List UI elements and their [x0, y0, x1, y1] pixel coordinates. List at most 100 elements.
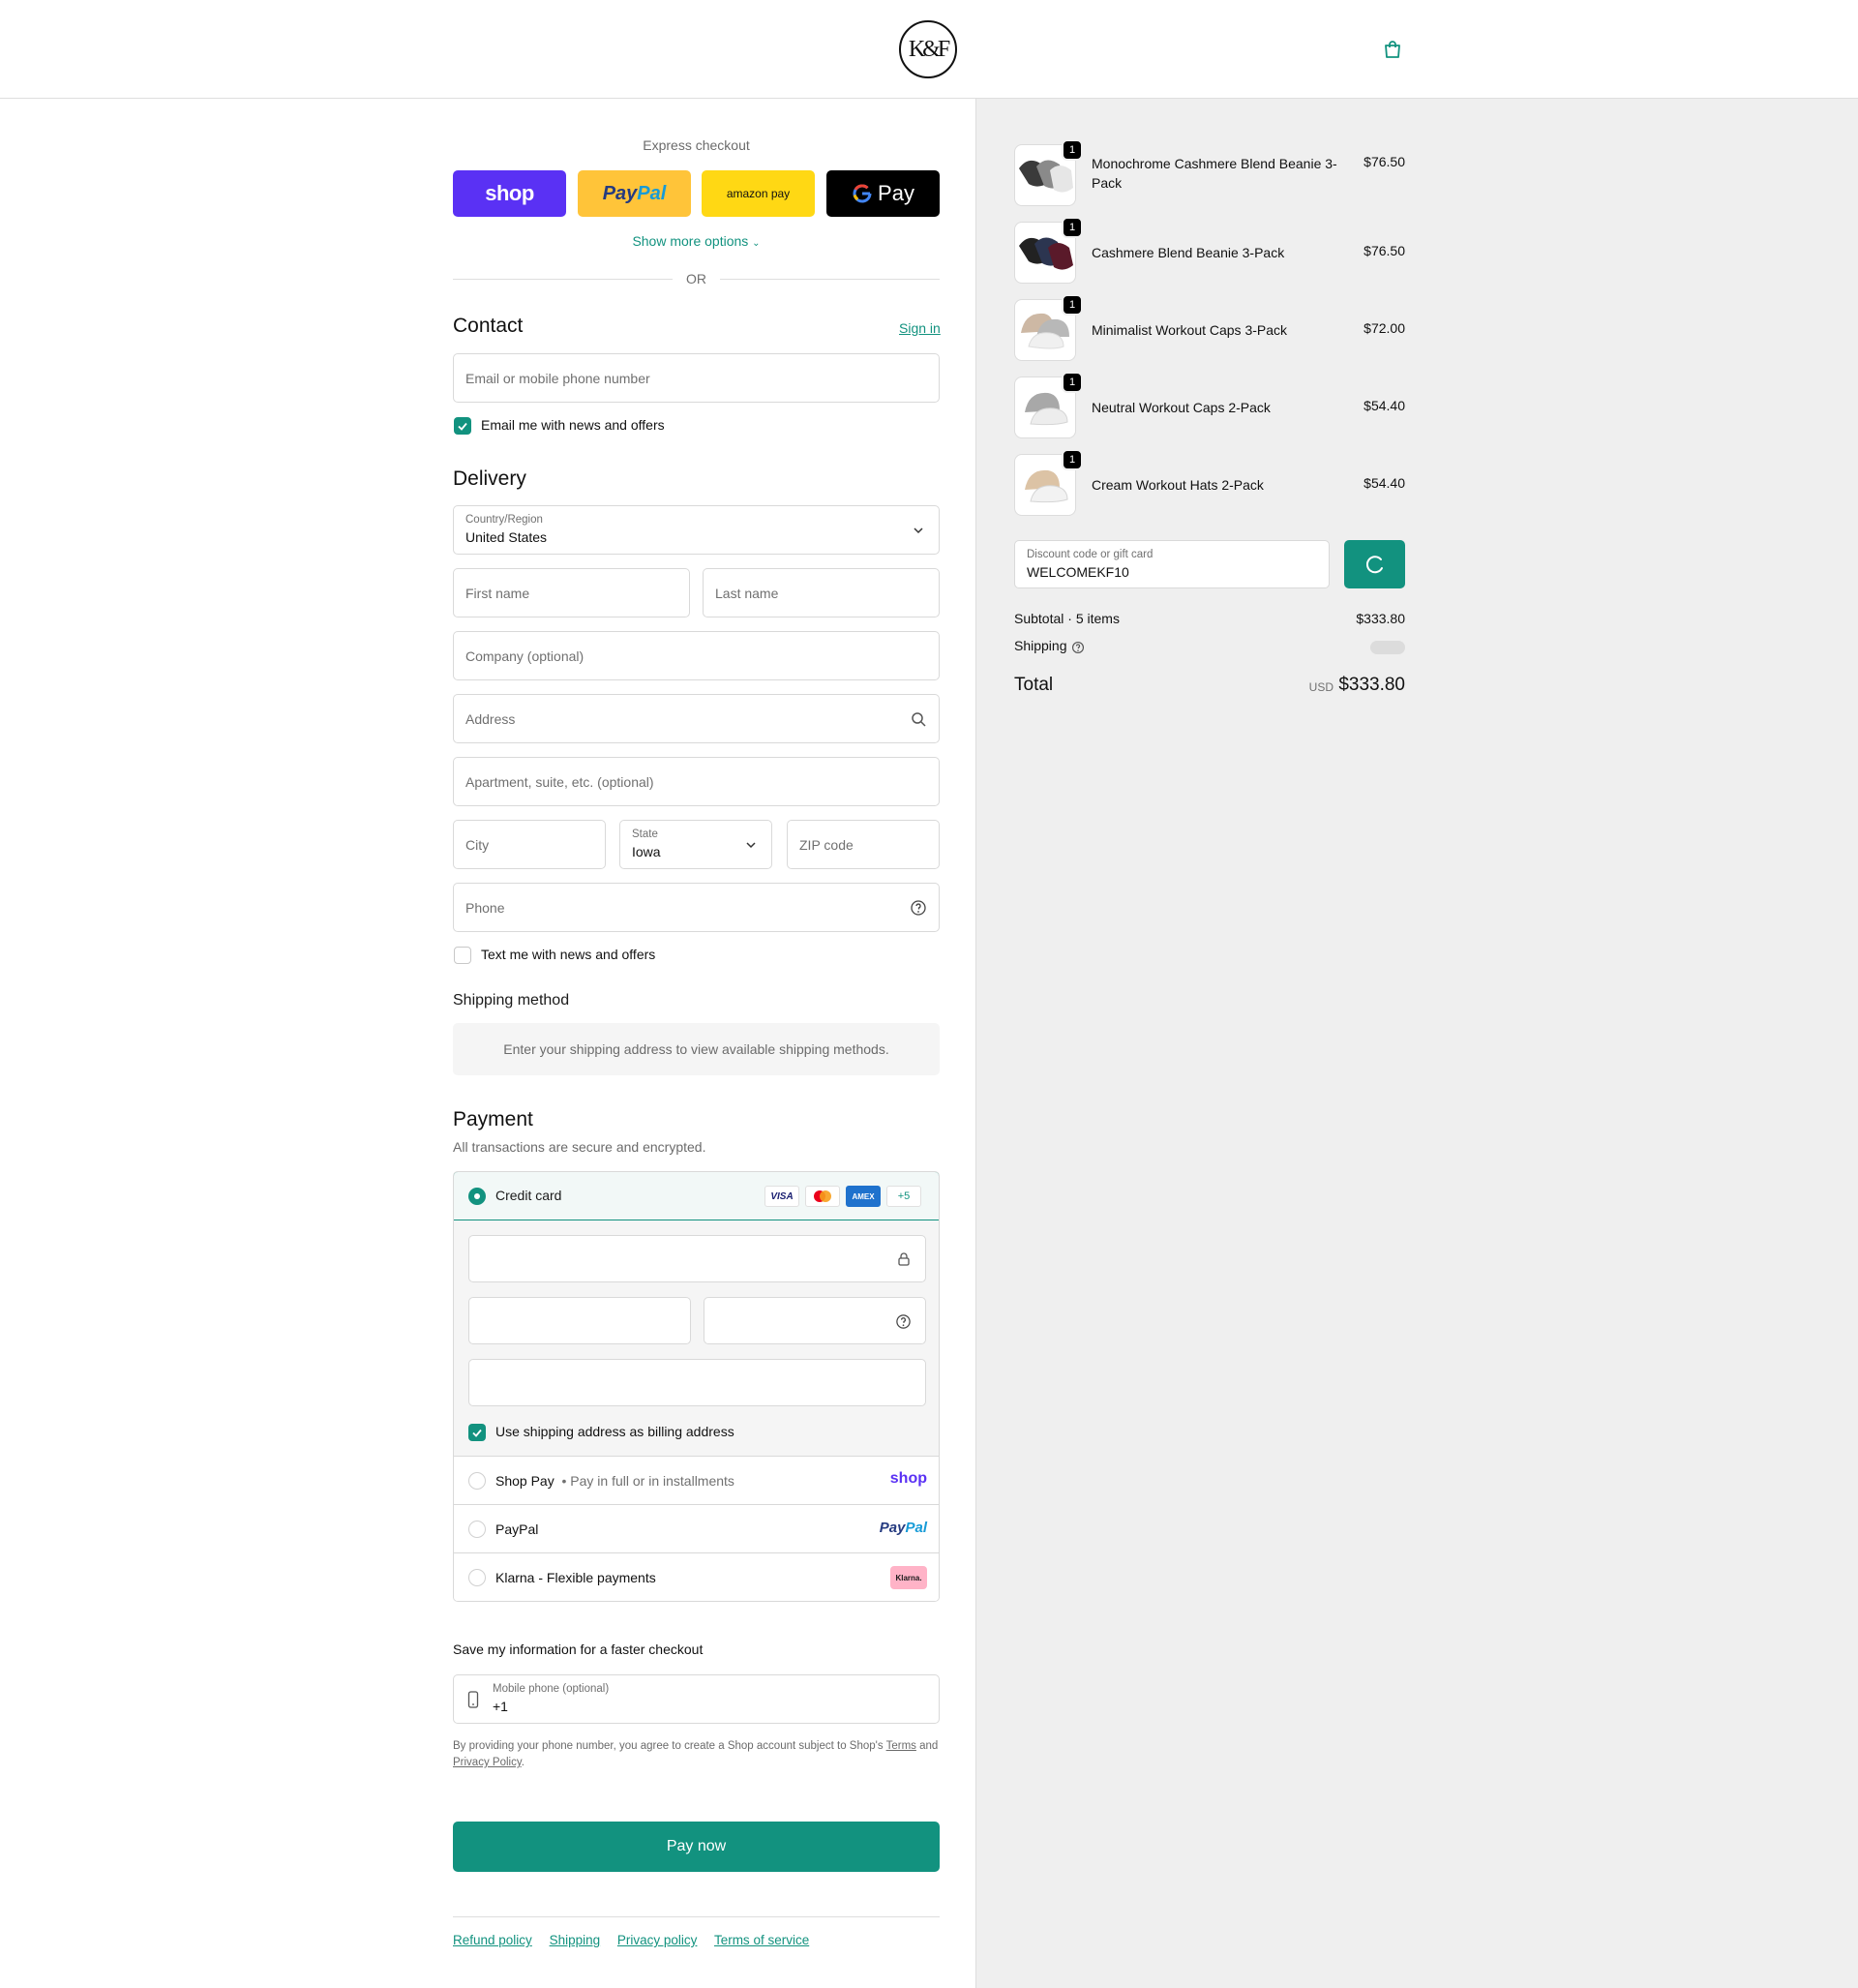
- item-name: Cashmere Blend Beanie 3-Pack: [1092, 245, 1285, 260]
- product-thumbnail: 1: [1014, 139, 1083, 206]
- terms-link[interactable]: Terms: [886, 1740, 916, 1752]
- paypal-logo: PayPal: [879, 1520, 927, 1536]
- apartment-field[interactable]: Apartment, suite, etc. (optional): [453, 757, 940, 806]
- phone-field[interactable]: Phone: [453, 883, 940, 932]
- credit-card-label: Credit card: [495, 1188, 562, 1203]
- lock-icon: [898, 1252, 910, 1266]
- name-on-card-field[interactable]: [468, 1359, 926, 1406]
- terms-of-service-link[interactable]: Terms of service: [714, 1933, 809, 1947]
- total-row: Total USD $333.80: [1014, 675, 1405, 696]
- help-circle-icon[interactable]: [910, 899, 927, 917]
- amazon-pay-logo: amazon pay: [726, 187, 791, 200]
- shipping-row: Shipping: [1014, 638, 1405, 654]
- email-news-checkbox[interactable]: [454, 417, 471, 435]
- cart-item: 1 Cashmere Blend Beanie 3-Pack $76.50: [1014, 217, 1405, 286]
- help-circle-icon[interactable]: [895, 1313, 912, 1330]
- credit-card-option[interactable]: Credit card VISA AMEX +5: [454, 1172, 939, 1220]
- state-select[interactable]: State Iowa: [619, 820, 772, 869]
- shipping-method-heading: Shipping method: [453, 992, 570, 1009]
- klarna-logo: Klarna.: [890, 1566, 927, 1589]
- subtotal-value: $333.80: [1356, 611, 1405, 626]
- or-text: OR: [686, 271, 706, 286]
- mobile-phone-icon: [467, 1691, 479, 1708]
- item-price: $76.50: [1364, 243, 1405, 258]
- quantity-badge: 1: [1062, 139, 1083, 161]
- shop-legal-text: By providing your phone number, you agre…: [453, 1740, 939, 1768]
- zip-field[interactable]: ZIP code: [787, 820, 940, 869]
- shop-pay-logo: shop: [889, 1470, 927, 1487]
- mobile-phone-value: +1: [493, 1699, 508, 1714]
- privacy-policy-footer-link[interactable]: Privacy policy: [617, 1933, 698, 1947]
- item-name: Minimalist Workout Caps 3-Pack: [1092, 322, 1288, 338]
- address-placeholder: Address: [465, 711, 516, 727]
- paypal-logo: PayPal: [602, 182, 667, 204]
- or-divider: OR: [453, 269, 940, 288]
- privacy-policy-link[interactable]: Privacy Policy: [453, 1757, 522, 1768]
- total-value: $333.80: [1338, 675, 1405, 695]
- state-label: State: [632, 828, 658, 840]
- product-thumbnail: 1: [1014, 449, 1083, 516]
- billing-address-checkbox[interactable]: [468, 1424, 486, 1441]
- quantity-badge: 1: [1062, 217, 1083, 238]
- amazon-pay-express-button[interactable]: amazon pay: [702, 170, 815, 217]
- billing-address-label: Use shipping address as billing address: [495, 1424, 734, 1439]
- country-select[interactable]: Country/Region United States: [453, 505, 940, 555]
- item-price: $76.50: [1364, 154, 1405, 169]
- shop-pay-option[interactable]: Shop Pay • Pay in full or in installment…: [454, 1457, 939, 1505]
- klarna-radio[interactable]: [468, 1569, 486, 1586]
- apply-discount-button[interactable]: [1344, 540, 1405, 588]
- page-header: K&F: [0, 0, 1858, 99]
- mobile-phone-field[interactable]: Mobile phone (optional) +1: [453, 1674, 940, 1724]
- more-cards-badge: +5: [886, 1186, 921, 1207]
- email-field[interactable]: Email or mobile phone number: [453, 353, 940, 403]
- paypal-option[interactable]: PayPal PayPal: [454, 1505, 939, 1553]
- address-field[interactable]: Address: [453, 694, 940, 743]
- shop-pay-express-button[interactable]: shop: [453, 170, 566, 217]
- cart-item: 1 Monochrome Cashmere Blend Beanie 3-Pac…: [1014, 139, 1405, 208]
- item-price: $54.40: [1364, 398, 1405, 413]
- cart-item: 1 Cream Workout Hats 2-Pack $54.40: [1014, 449, 1405, 518]
- city-field[interactable]: City: [453, 820, 606, 869]
- check-icon: [458, 422, 467, 431]
- discount-code-field[interactable]: Discount code or gift card WELCOMEKF10: [1014, 540, 1330, 588]
- shipping-link[interactable]: Shipping: [550, 1933, 601, 1947]
- logo-text: K&F: [908, 36, 950, 62]
- product-thumbnail: 1: [1014, 294, 1083, 361]
- apartment-placeholder: Apartment, suite, etc. (optional): [465, 774, 654, 790]
- shop-pay-logo: shop: [485, 181, 534, 205]
- paypal-radio[interactable]: [468, 1521, 486, 1538]
- show-more-options-link[interactable]: Show more options ⌄: [453, 233, 940, 249]
- last-name-field[interactable]: Last name: [703, 568, 940, 617]
- loading-spinner-icon: [1365, 556, 1383, 574]
- mobile-phone-label: Mobile phone (optional): [493, 1683, 610, 1695]
- security-code-field[interactable]: [704, 1297, 926, 1344]
- email-news-label: Email me with news and offers: [481, 417, 665, 433]
- expiration-field[interactable]: [468, 1297, 691, 1344]
- payment-heading: Payment: [453, 1108, 533, 1130]
- pay-now-button[interactable]: Pay now: [453, 1822, 940, 1872]
- credit-card-form: Use shipping address as billing address: [454, 1220, 939, 1457]
- country-label: Country/Region: [465, 514, 543, 526]
- footer-divider: [453, 1916, 940, 1917]
- store-logo[interactable]: K&F: [899, 20, 957, 78]
- state-value: Iowa: [632, 844, 661, 859]
- shipping-method-message: Enter your shipping address to view avai…: [453, 1023, 940, 1075]
- help-circle-icon[interactable]: [1071, 641, 1085, 654]
- country-value: United States: [465, 529, 548, 545]
- refund-policy-link[interactable]: Refund policy: [453, 1933, 532, 1947]
- card-number-field[interactable]: [468, 1235, 926, 1282]
- credit-card-radio[interactable]: [468, 1188, 486, 1205]
- company-field[interactable]: Company (optional): [453, 631, 940, 680]
- first-name-field[interactable]: First name: [453, 568, 690, 617]
- shopping-bag-icon[interactable]: [1382, 39, 1403, 60]
- text-news-checkbox[interactable]: [454, 947, 471, 964]
- delivery-heading: Delivery: [453, 467, 526, 490]
- item-price: $72.00: [1364, 320, 1405, 336]
- sign-in-link[interactable]: Sign in: [899, 320, 941, 336]
- shipping-value-placeholder: [1370, 641, 1405, 654]
- klarna-option[interactable]: Klarna - Flexible payments Klarna.: [454, 1553, 939, 1601]
- google-pay-express-button[interactable]: Pay: [826, 170, 940, 217]
- phone-placeholder: Phone: [465, 900, 505, 916]
- paypal-express-button[interactable]: PayPal: [578, 170, 691, 217]
- shop-pay-radio[interactable]: [468, 1472, 486, 1490]
